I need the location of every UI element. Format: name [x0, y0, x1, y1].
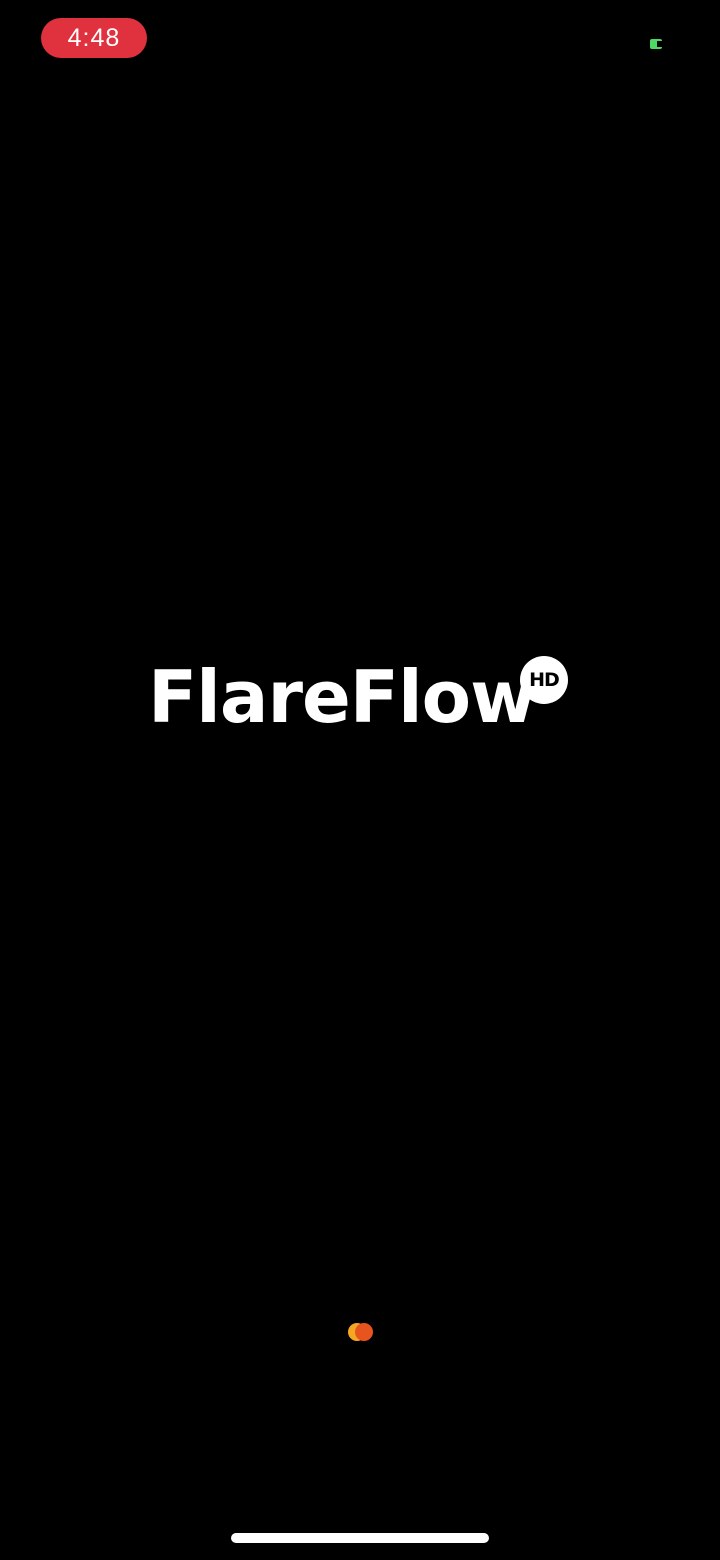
splash-screen: 4:48 FlareFlow HD [0, 0, 720, 1560]
hd-badge: HD [520, 656, 568, 704]
status-time: 4:48 [41, 18, 147, 58]
battery-charging-icon [649, 37, 665, 51]
status-bar: 4:48 [0, 0, 720, 80]
loading-dots-icon [347, 1322, 375, 1342]
app-logo: FlareFlow HD [148, 652, 578, 742]
home-indicator[interactable] [231, 1533, 489, 1543]
app-logo-text: FlareFlow [148, 655, 537, 739]
